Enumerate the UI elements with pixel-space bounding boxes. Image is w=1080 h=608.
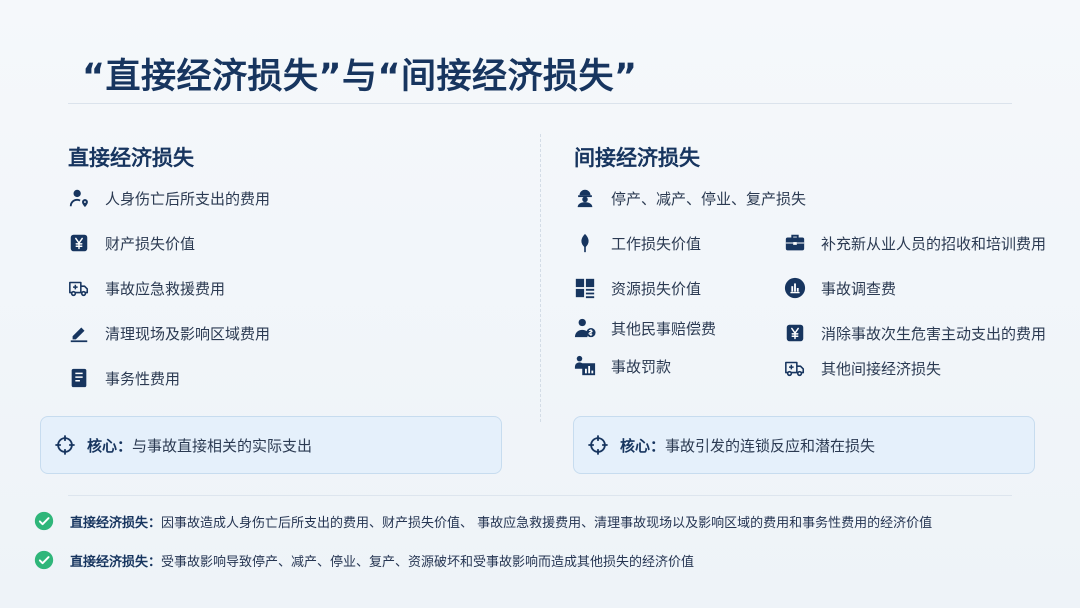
indirect-item-fine: 事故罚款 bbox=[574, 354, 671, 378]
yen-icon bbox=[68, 232, 90, 254]
leaf-icon bbox=[574, 232, 596, 254]
grid-icon bbox=[574, 277, 596, 299]
direct-item-rescue: 事故应急救援费用 bbox=[68, 276, 225, 300]
page-title: “直接经济损失”与“间接经济损失” bbox=[82, 57, 638, 97]
note-label: 直接经济损失： bbox=[70, 515, 162, 531]
item-label: 人身伤亡后所支出的费用 bbox=[105, 189, 271, 208]
item-label: 停产、减产、停业、复产损失 bbox=[611, 189, 807, 208]
briefcase-icon bbox=[784, 232, 806, 254]
document-icon bbox=[68, 367, 90, 389]
ambulance-icon bbox=[784, 357, 806, 379]
note-indirect: 直接经济损失： 受事故影响导致停产、减产、停业、复产、资源破坏和受事故影响而造成… bbox=[34, 550, 694, 570]
core-text: 与事故直接相关的实际支出 bbox=[132, 436, 313, 455]
indirect-core-box: 核心： 事故引发的连锁反应和潜在损失 bbox=[573, 416, 1035, 474]
eraser-icon bbox=[68, 322, 90, 344]
title-divider bbox=[68, 103, 1012, 104]
indirect-item-production: 停产、减产、停业、复产损失 bbox=[574, 186, 806, 210]
item-label: 清理现场及影响区域费用 bbox=[105, 324, 271, 343]
item-label: 其他民事赔偿费 bbox=[611, 319, 717, 338]
core-text: 事故引发的连锁反应和潜在损失 bbox=[665, 436, 876, 455]
indirect-item-resources: 资源损失价值 bbox=[574, 276, 701, 300]
core-label: 核心： bbox=[620, 436, 666, 455]
check-circle-icon bbox=[34, 511, 54, 531]
chart-circle-icon bbox=[784, 277, 806, 299]
indirect-item-compensation: 其他民事赔偿费 bbox=[574, 316, 716, 340]
indirect-item-investigation: 事故调查费 bbox=[784, 276, 896, 300]
note-text: 因事故造成人身伤亡后所支出的费用、财产损失价值、 事故应急救援费用、清理事故现场… bbox=[161, 515, 933, 531]
direct-core-box: 核心： 与事故直接相关的实际支出 bbox=[40, 416, 502, 474]
direct-heading: 直接经济损失 bbox=[68, 146, 194, 170]
indirect-item-other: 其他间接经济损失 bbox=[784, 356, 941, 380]
note-label: 直接经济损失： bbox=[70, 554, 162, 570]
target-icon bbox=[587, 434, 609, 456]
indirect-item-recruitment: 补充新从业人员的招收和培训费用 bbox=[784, 231, 1046, 255]
item-label: 工作损失价值 bbox=[611, 234, 702, 253]
item-label: 财产损失价值 bbox=[105, 234, 196, 253]
check-circle-icon bbox=[34, 550, 54, 570]
item-label: 事故罚款 bbox=[611, 357, 672, 376]
bottom-divider bbox=[68, 495, 1012, 496]
direct-item-admin: 事务性费用 bbox=[68, 366, 180, 390]
item-label: 事故调查费 bbox=[821, 279, 897, 298]
item-label: 其他间接经济损失 bbox=[821, 359, 942, 378]
indirect-item-work-loss: 工作损失价值 bbox=[574, 231, 701, 255]
indirect-item-secondary-hazard: 消除事故次生危害主动支出的费用 bbox=[784, 321, 1046, 345]
note-text: 受事故影响导致停产、减产、停业、复产、资源破坏和受事故影响而造成其他损失的经济价… bbox=[161, 554, 695, 570]
item-label: 事务性费用 bbox=[105, 369, 181, 388]
direct-item-injury: 人身伤亡后所支出的费用 bbox=[68, 186, 270, 210]
direct-item-cleanup: 清理现场及影响区域费用 bbox=[68, 321, 270, 345]
person-location-icon bbox=[68, 187, 90, 209]
person-chart-icon bbox=[574, 355, 596, 377]
item-label: 消除事故次生危害主动支出的费用 bbox=[821, 324, 1047, 343]
item-label: 补充新从业人员的招收和培训费用 bbox=[821, 234, 1047, 253]
ambulance-icon bbox=[68, 277, 90, 299]
core-label: 核心： bbox=[87, 436, 133, 455]
indirect-heading: 间接经济损失 bbox=[574, 146, 700, 170]
column-divider bbox=[540, 134, 541, 422]
item-label: 资源损失价值 bbox=[611, 279, 702, 298]
direct-item-property: 财产损失价值 bbox=[68, 231, 195, 255]
note-direct: 直接经济损失： 因事故造成人身伤亡后所支出的费用、财产损失价值、 事故应急救援费… bbox=[34, 511, 932, 531]
yen-icon bbox=[784, 322, 806, 344]
worker-icon bbox=[574, 187, 596, 209]
target-icon bbox=[54, 434, 76, 456]
item-label: 事故应急救援费用 bbox=[105, 279, 226, 298]
person-money-icon bbox=[574, 317, 596, 339]
